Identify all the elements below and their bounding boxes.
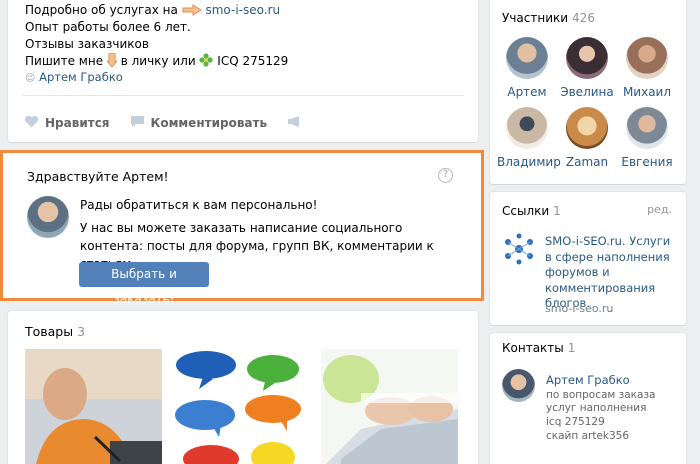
links-title[interactable]: Ссылки 1 <box>502 204 561 218</box>
links-card: Ссылки 1 ред. SMO-i-SEO.ru. Услуги в сфер… <box>490 192 686 325</box>
contact-role: по вопросам заказа услуг наполнения <box>546 389 656 414</box>
goods-item-image[interactable] <box>321 349 458 464</box>
post-line-reviews: Отзывы заказчиков <box>25 37 149 51</box>
avatar <box>626 107 668 149</box>
avatar <box>506 37 548 79</box>
contacts-title[interactable]: Контакты 1 <box>502 341 575 355</box>
avatar <box>566 107 608 149</box>
contacts-card: Контакты 1 Артем Грабко по вопросам заказ… <box>490 333 686 464</box>
services-link[interactable]: smo-i-seo.ru <box>205 3 280 17</box>
post-line-experience: Опыт работы более 6 лет. <box>25 20 191 34</box>
order-button[interactable]: Выбрать и заказать! <box>79 262 209 306</box>
pointing-hand-icon <box>182 4 202 20</box>
avatar <box>626 37 668 79</box>
members-card: Участники 426 Артем Эвелина Михаил Владим… <box>490 0 686 184</box>
contact-skype: скайп artek356 <box>546 430 630 442</box>
help-icon[interactable]: ? <box>438 168 453 183</box>
member-item[interactable]: Евгения <box>617 107 677 169</box>
goods-item-image[interactable] <box>25 349 162 464</box>
icq-flower-icon <box>199 53 214 71</box>
comment-icon <box>130 115 145 131</box>
member-item[interactable]: Владимир <box>497 107 561 169</box>
member-item[interactable]: Артем <box>497 37 557 99</box>
member-item[interactable]: Михаил <box>617 37 677 99</box>
avatar <box>506 107 548 149</box>
share-button[interactable] <box>287 115 302 131</box>
avatar[interactable] <box>27 196 69 238</box>
member-item[interactable]: Эвелина <box>557 37 617 99</box>
member-item[interactable]: Zaman <box>557 107 617 169</box>
contact-icq: icq 275129 <box>546 416 605 428</box>
post-actions: Нравится Комментировать <box>24 115 302 131</box>
promo-card: Здравствуйте Артем! ? Рады обратиться к … <box>0 150 484 306</box>
link-logo-icon[interactable] <box>502 232 536 266</box>
pointing-down-icon <box>105 52 118 71</box>
avatar <box>566 37 608 79</box>
post-line-contact: Пишите мне в личку или ICQ 275129 <box>25 52 288 71</box>
post-card: Подробно об услугах на smo-i-seo.ru Опыт… <box>8 0 478 142</box>
post-author[interactable]: ☺ Артем Грабко <box>25 70 123 84</box>
like-button[interactable]: Нравится <box>24 115 110 131</box>
members-title[interactable]: Участники 426 <box>502 11 595 25</box>
promo-greeting: Рады обратиться к вам персонально! <box>80 198 318 212</box>
post-line-services: Подробно об услугах на smo-i-seo.ru <box>25 2 280 20</box>
contact-name[interactable]: Артем Грабко <box>546 373 630 387</box>
megaphone-icon <box>287 115 302 131</box>
link-item-url: smo-i-seo.ru <box>545 302 614 315</box>
promo-title: Здравствуйте Артем! <box>27 169 169 184</box>
goods-title[interactable]: Товары 3 <box>25 324 85 339</box>
link-item-title[interactable]: SMO-i-SEO.ru. Услуги в сфере наполнения … <box>545 234 675 312</box>
user-icon: ☺ <box>25 73 36 84</box>
avatar[interactable] <box>502 369 535 402</box>
goods-card: Товары 3 <box>8 311 478 464</box>
heart-icon <box>24 115 39 131</box>
goods-item-image[interactable] <box>173 349 310 464</box>
comment-button[interactable]: Комментировать <box>130 115 267 131</box>
divider <box>22 95 464 96</box>
edit-link[interactable]: ред. <box>647 203 672 216</box>
